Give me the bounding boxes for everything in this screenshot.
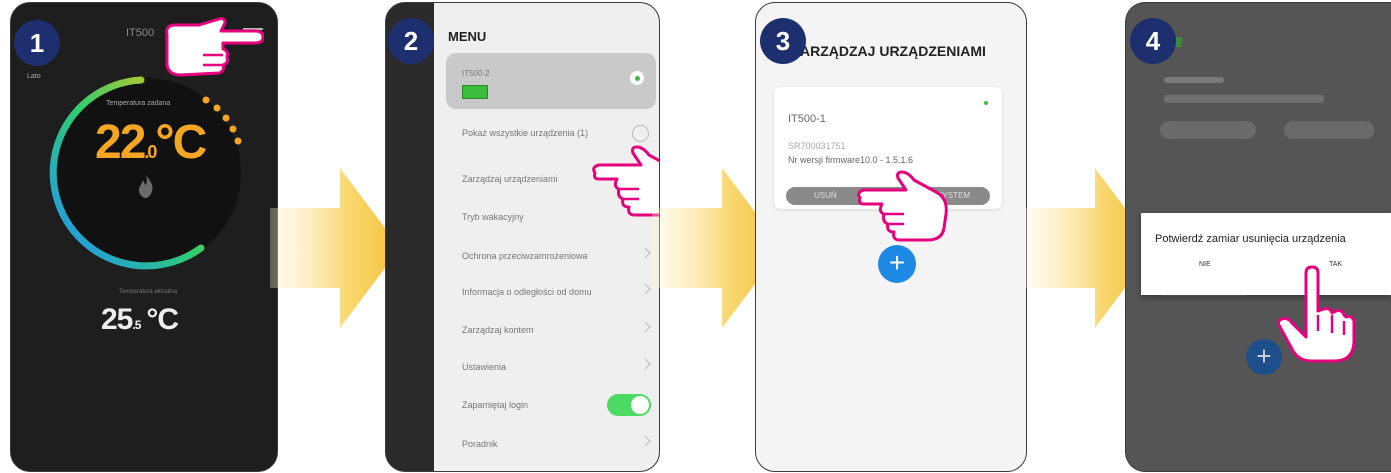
- blurred-text: [1164, 95, 1324, 103]
- serial-number: SR700031751: [788, 141, 846, 151]
- set-temperature: 22.0°C: [95, 116, 207, 169]
- device-name: IT500-1: [788, 113, 826, 125]
- tapping-hand-icon: [1276, 265, 1356, 363]
- remember-login-toggle[interactable]: [607, 394, 651, 416]
- chevron-right-icon: [639, 435, 651, 447]
- menu-item-frost-protection[interactable]: Ochrona przeciwzamrożeniowa: [434, 237, 659, 275]
- pointing-hand-icon: [592, 145, 659, 217]
- status-indicator: [630, 71, 644, 85]
- chevron-right-icon: [639, 247, 651, 259]
- chevron-right-icon: [639, 321, 651, 333]
- menu-item-guide[interactable]: Poradnik: [434, 425, 659, 463]
- menu-screen: MENU IT500-2 Pokaż wszystkie urządzenia …: [385, 2, 660, 472]
- confirm-delete-screen: Potwierdź zamiar usunięcia urządzenia NI…: [1125, 2, 1391, 472]
- blurred-text: [1164, 77, 1224, 83]
- status-indicator: [984, 101, 988, 105]
- pointing-hand-icon: [857, 170, 948, 242]
- chevron-right-icon: [639, 283, 651, 295]
- menu-item-distance-info[interactable]: Informacja o odległości od domu: [434, 273, 659, 311]
- step-badge-4: 4: [1130, 18, 1176, 64]
- thermostat-screen: IT500 Lato Temperatura zadana 22.0°C Tem…: [10, 2, 278, 472]
- device-name: IT500-2: [462, 69, 490, 78]
- chevron-right-icon: [639, 358, 651, 370]
- dial-label: Temperatura zadana: [106, 100, 171, 107]
- menu-item-remember-login[interactable]: Zapamiętaj login: [434, 386, 659, 424]
- device-card[interactable]: IT500-2: [446, 53, 656, 109]
- current-temperature: 25.5 °C: [101, 303, 179, 336]
- arrow-right-icon: [270, 168, 400, 328]
- battery-icon: [462, 85, 488, 99]
- firmware-version: Nr wersji firmware10.0 - 1.5.1.6: [788, 155, 914, 165]
- add-device-button[interactable]: +: [878, 245, 916, 283]
- device-name: IT500: [126, 27, 155, 39]
- menu-item-settings[interactable]: Ustawienia: [434, 348, 659, 386]
- step-badge-2: 2: [388, 18, 434, 64]
- menu-item-manage-account[interactable]: Zarządzaj kontem: [434, 311, 659, 349]
- blurred-button: [1284, 121, 1374, 139]
- pointing-hand-icon: [165, 17, 264, 77]
- current-temp-label: Temperatura aktualna: [119, 289, 178, 295]
- menu-title: MENU: [448, 29, 487, 44]
- flame-icon: [139, 175, 153, 198]
- remove-button[interactable]: USUŃ: [814, 191, 837, 200]
- step-badge-1: 1: [14, 20, 60, 66]
- screen-title: ARZĄDZAJ URZĄDZENIAMI: [800, 43, 986, 59]
- blurred-button: [1160, 121, 1256, 139]
- manage-devices-screen: ARZĄDZAJ URZĄDZENIAMI IT500-1 SR70003175…: [755, 2, 1027, 472]
- dialog-message: Potwierdź zamiar usunięcia urządzenia: [1155, 233, 1346, 245]
- step-badge-3: 3: [760, 18, 806, 64]
- menu-panel: MENU IT500-2 Pokaż wszystkie urządzenia …: [434, 3, 659, 471]
- info-icon: [632, 125, 649, 142]
- no-button[interactable]: NIE: [1199, 261, 1211, 268]
